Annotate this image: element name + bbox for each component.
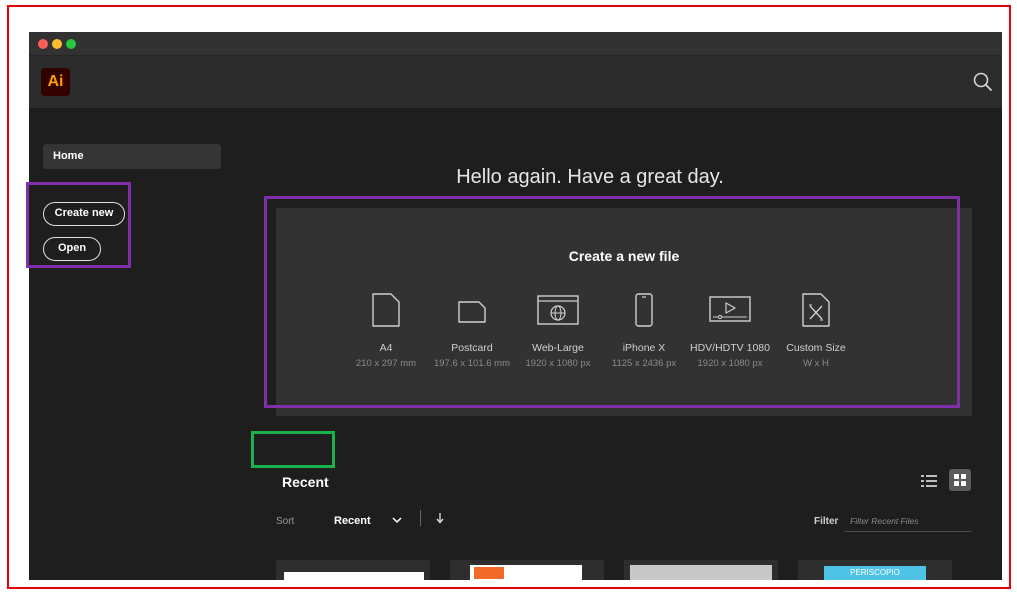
thumbnail-preview <box>630 565 772 580</box>
create-new-file-panel: Create a new file A4 210 x 297 mm Postca… <box>276 208 972 416</box>
thumbnail-preview <box>470 565 582 580</box>
video-icon <box>709 296 751 322</box>
sidebar-item-home[interactable]: Home <box>43 144 221 169</box>
thumbnail-title: PERISCOPIO <box>824 566 926 580</box>
open-button[interactable]: Open <box>43 237 101 261</box>
grid-view-icon <box>954 474 966 486</box>
recent-file-thumbnail[interactable]: PERISCOPIO <box>798 560 952 580</box>
phone-icon <box>635 293 653 327</box>
window-titlebar <box>29 32 1002 56</box>
filter-recent-files-input[interactable] <box>844 510 972 532</box>
thumbnail-graphic <box>474 567 504 579</box>
preset-size: W x H <box>803 358 829 369</box>
close-window-button[interactable] <box>38 39 48 49</box>
sidebar: Home Create new Open <box>29 108 252 580</box>
search-icon[interactable] <box>972 71 994 93</box>
thumbnail-preview: PERISCOPIO <box>824 566 926 580</box>
thumbnail-preview <box>284 572 424 580</box>
maximize-window-button[interactable] <box>66 39 76 49</box>
app-header: Ai <box>29 56 1002 108</box>
illustrator-logo: Ai <box>41 68 70 96</box>
preset-name: Custom Size <box>786 342 846 354</box>
custom-size-icon <box>802 293 830 327</box>
illustrator-window: Ai Home Create new Open Hello again. Hav… <box>29 32 1002 580</box>
recent-file-thumbnail[interactable] <box>450 560 604 580</box>
recent-file-thumbnail[interactable] <box>624 560 778 580</box>
home-main: Hello again. Have a great day. Create a … <box>252 108 1002 580</box>
recent-file-thumbnail[interactable] <box>276 560 430 580</box>
sort-divider <box>420 510 421 526</box>
web-browser-icon <box>537 295 579 325</box>
greeting-text: Hello again. Have a great day. <box>456 166 724 188</box>
create-panel-title: Create a new file <box>568 248 680 264</box>
grid-view-button[interactable] <box>949 469 971 491</box>
sort-label: Sort <box>276 516 295 527</box>
chevron-down-icon[interactable] <box>392 516 402 524</box>
create-new-button[interactable]: Create new <box>43 202 125 226</box>
document-portrait-icon <box>372 293 400 327</box>
minimize-window-button[interactable] <box>52 39 62 49</box>
preset-custom-size[interactable]: Custom Size W x H <box>761 292 871 369</box>
filter-label: Filter <box>814 516 839 527</box>
sort-direction-icon[interactable] <box>436 512 444 524</box>
postcard-icon <box>458 301 486 323</box>
recent-section-title: Recent <box>282 474 329 490</box>
list-view-icon[interactable] <box>920 472 938 490</box>
sort-dropdown[interactable]: Recent <box>334 515 371 527</box>
